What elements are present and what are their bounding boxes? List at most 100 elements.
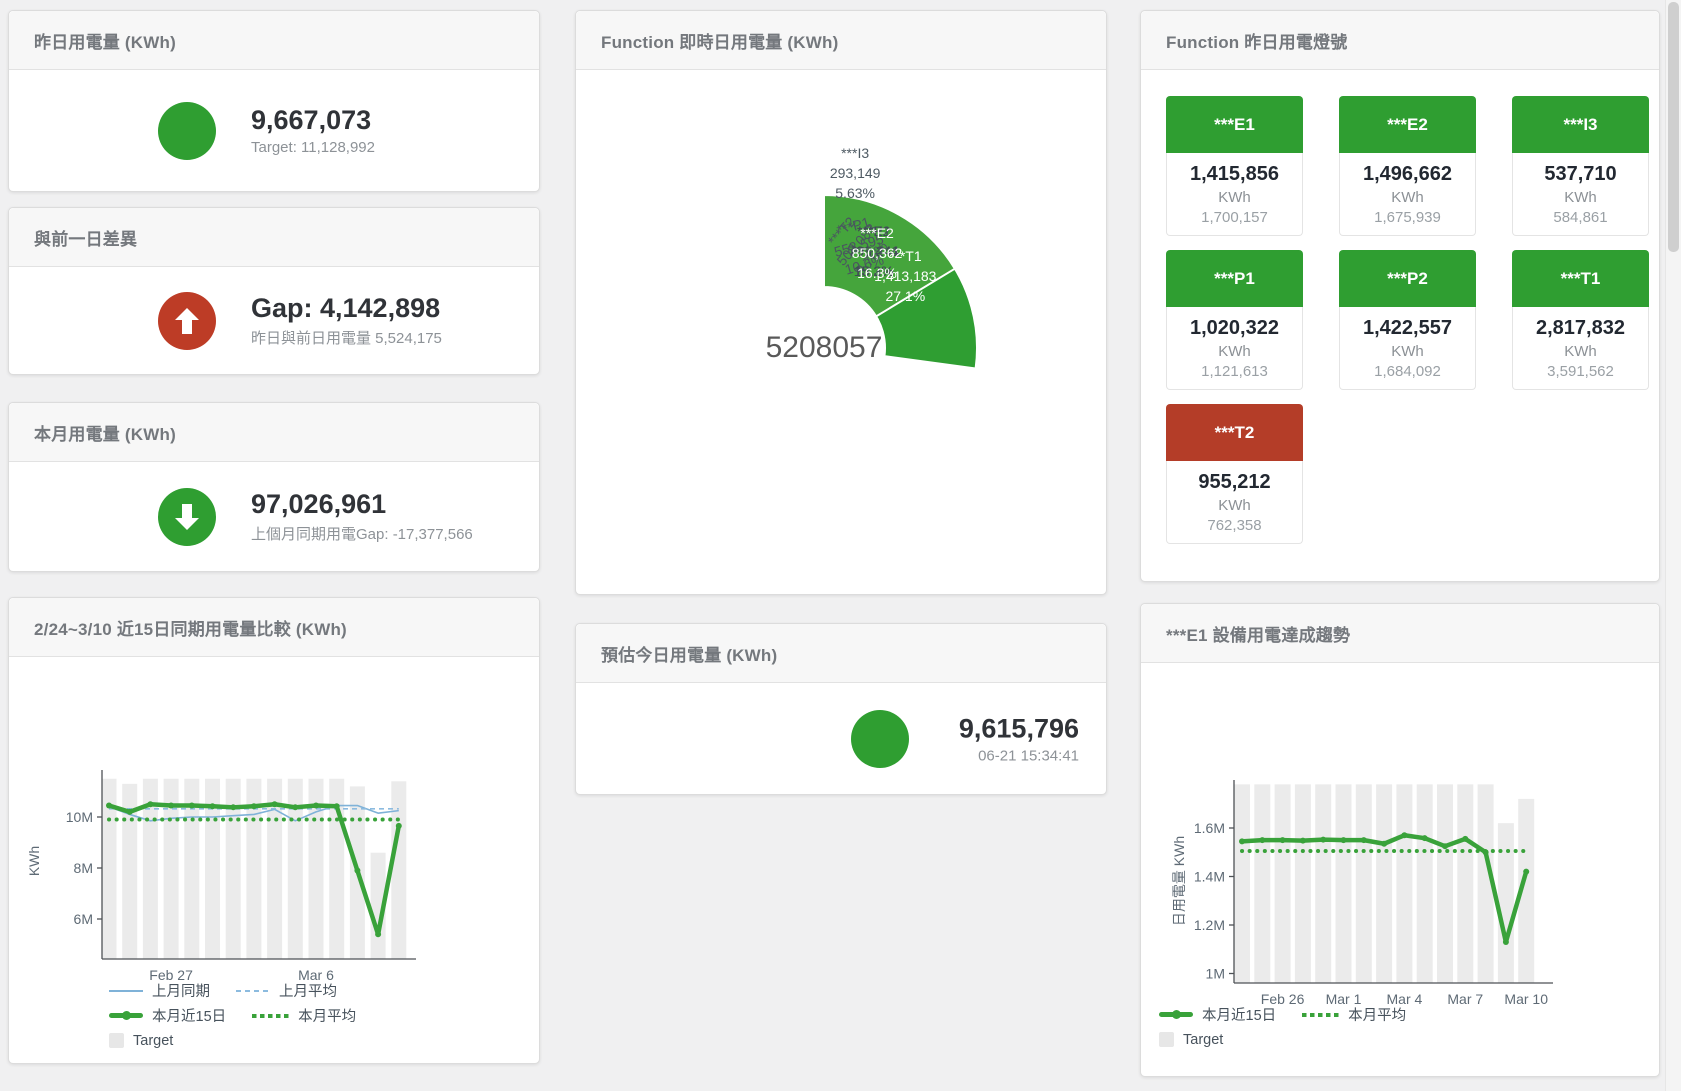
arrow-down-icon — [174, 503, 200, 531]
status-circle-green — [158, 488, 216, 546]
legend-row: Target — [109, 1031, 382, 1050]
legend-swatch-line-blue-icon — [109, 990, 143, 992]
vertical-scrollbar-track[interactable] — [1665, 0, 1681, 1091]
svg-text:KWh: KWh — [26, 846, 42, 876]
light-tile: ***E2 1,496,662 KWh 1,675,939 — [1339, 96, 1476, 237]
panel-header: Function 即時日用電量 (KWh) — [576, 11, 1106, 70]
light-tile: ***T2955,212KWh762,358 — [1166, 404, 1303, 545]
panel-header: 昨日用電量 (KWh) — [9, 11, 539, 70]
tile-body: 2,817,832 KWh 3,591,562 — [1512, 307, 1649, 390]
tile-unit: KWh — [1218, 189, 1251, 206]
stat-value: 97,026,961 — [251, 489, 473, 520]
legend-item[interactable]: 本月平均 — [1302, 1004, 1406, 1025]
legend-label: 本月平均 — [1348, 1004, 1406, 1025]
tile-value: 1,496,662 — [1363, 162, 1452, 186]
legend-swatch-thick-green-icon — [109, 1013, 143, 1018]
legend-item[interactable]: 本月近15日 — [1159, 1004, 1276, 1025]
donut-chart — [576, 11, 1106, 594]
chart-legend: 本月近15日 本月平均 Target — [1159, 1005, 1432, 1055]
panel-title: Function 昨日用電燈號 — [1166, 28, 1347, 53]
panel-yesterday-lights: Function 昨日用電燈號 ***E1 1,415,856 KWh 1,700,1… — [1140, 10, 1660, 582]
panel-header: 預估今日用電量 (KWh) — [576, 624, 1106, 683]
stat-value: 9,667,073 — [251, 105, 375, 136]
panel-header: Function 昨日用電燈號 — [1141, 11, 1659, 70]
legend-swatch-thick-green-icon — [1159, 1012, 1193, 1017]
panel-title: 昨日用電量 (KWh) — [34, 28, 176, 53]
panel-header: 本月用電量 (KWh) — [9, 403, 539, 462]
tile-header: ***P2 — [1339, 250, 1476, 307]
legend-row: Target — [1159, 1030, 1432, 1049]
svg-text:1.2M: 1.2M — [1194, 917, 1225, 933]
tile-unit: KWh — [1564, 189, 1597, 206]
legend-swatch-dash-blue-icon — [236, 990, 270, 992]
panel-estimated-today: 預估今日用電量 (KWh) 9,615,796 06-21 15:34:41 — [575, 623, 1107, 795]
panel-header: 2/24~3/10 近15日同期用電量比較 (KWh) — [9, 598, 539, 657]
legend-item[interactable]: 本月平均 — [252, 1005, 356, 1026]
tile-value: 537,710 — [1544, 162, 1616, 186]
donut-label: ***I3293,1495.63% — [830, 144, 881, 204]
panel-15day-comparison-chart: 2/24~3/10 近15日同期用電量比較 (KWh) 6M8M10MFeb 2… — [8, 597, 540, 1064]
svg-text:Mar 7: Mar 7 — [1447, 991, 1483, 1007]
legend-label: 上月同期 — [152, 980, 210, 1001]
stat-text: 9,615,796 06-21 15:34:41 — [959, 713, 1079, 764]
legend-item[interactable]: 本月近15日 — [109, 1005, 226, 1026]
tile-header: ***I3 — [1512, 96, 1649, 153]
light-tile: ***T1 2,817,832 KWh 3,591,562 — [1512, 250, 1649, 391]
panel-body: Gap: 4,142,898 昨日與前日用電量 5,524,175 — [9, 267, 539, 374]
stat-timestamp: 06-21 15:34:41 — [959, 747, 1079, 764]
tile-header: ***P1 — [1166, 250, 1303, 307]
vertical-scrollbar-thumb[interactable] — [1668, 2, 1679, 252]
svg-text:1M: 1M — [1206, 966, 1225, 982]
legend-label: Target — [1183, 1032, 1223, 1048]
stat-value: Gap: 4,142,898 — [251, 293, 442, 324]
legend-label: Target — [133, 1033, 173, 1049]
tile-unit: KWh — [1564, 343, 1597, 360]
svg-text:6M: 6M — [74, 911, 93, 927]
stat-subtitle: Target: 11,128,992 — [251, 139, 375, 156]
panel-realtime-donut: Function 即時日用電量 (KWh) ***T11,413,18327.1… — [575, 10, 1107, 595]
legend-row: 上月同期 上月平均 — [109, 981, 382, 1000]
stat-subtitle: 昨日與前日用電量 5,524,175 — [251, 327, 442, 348]
tile-unit: KWh — [1391, 189, 1424, 206]
tile-header: ***E1 — [1166, 96, 1303, 153]
tile-target: 1,700,157 — [1201, 209, 1268, 226]
tile-target: 3,591,562 — [1547, 363, 1614, 380]
tile-header: ***E2 — [1339, 96, 1476, 153]
donut-center-total: 5208057 — [766, 331, 883, 365]
legend-label: 本月近15日 — [1202, 1004, 1276, 1025]
tile-header: ***T1 — [1512, 250, 1649, 307]
panel-body: 9,615,796 06-21 15:34:41 — [576, 683, 1106, 794]
tile-body: 1,415,856 KWh 1,700,157 — [1166, 153, 1303, 236]
legend-item[interactable]: 上月同期 — [109, 980, 210, 1001]
svg-text:1.6M: 1.6M — [1194, 820, 1225, 836]
legend-item[interactable]: Target — [1159, 1032, 1223, 1048]
tile-value: 2,817,832 — [1536, 316, 1625, 340]
legend-item[interactable]: 上月平均 — [236, 980, 337, 1001]
legend-item[interactable]: Target — [109, 1033, 173, 1049]
tile-unit: KWh — [1218, 497, 1251, 514]
panel-body: 97,026,961 上個月同期用電Gap: -17,377,566 — [9, 462, 539, 571]
tile-body: 1,422,557KWh1,684,092 — [1339, 307, 1476, 390]
panel-title: 本月用電量 (KWh) — [34, 420, 176, 445]
tile-target: 1,675,939 — [1374, 209, 1441, 226]
status-circle-green — [158, 102, 216, 160]
legend-swatch-dot-green-icon — [252, 1014, 289, 1018]
panel-header: ***E1 設備用電達成趨勢 — [1141, 604, 1659, 663]
donut-label: ***E2850,36216.3% — [852, 224, 903, 284]
legend-row: 本月近15日 本月平均 — [1159, 1005, 1432, 1024]
legend-label: 上月平均 — [279, 980, 337, 1001]
status-circle-red — [158, 292, 216, 350]
legend-label: 本月近15日 — [152, 1005, 226, 1026]
panel-body: 9,667,073 Target: 11,128,992 — [9, 70, 539, 191]
arrow-up-icon — [174, 307, 200, 335]
tile-body: 537,710KWh584,861 — [1512, 153, 1649, 236]
tile-body: 1,496,662 KWh 1,675,939 — [1339, 153, 1476, 236]
stat-value: 9,615,796 — [959, 713, 1079, 744]
chart-legend: 上月同期 上月平均本月近15日 本月平均 Target — [109, 981, 382, 1056]
tile-body: 1,020,322KWh1,121,613 — [1166, 307, 1303, 390]
panel-header: 與前一日差異 — [9, 208, 539, 267]
tile-value: 1,415,856 — [1190, 162, 1279, 186]
tile-unit: KWh — [1218, 343, 1251, 360]
legend-row: 本月近15日 本月平均 — [109, 1006, 382, 1025]
panel-title: ***E1 設備用電達成趨勢 — [1166, 621, 1350, 646]
